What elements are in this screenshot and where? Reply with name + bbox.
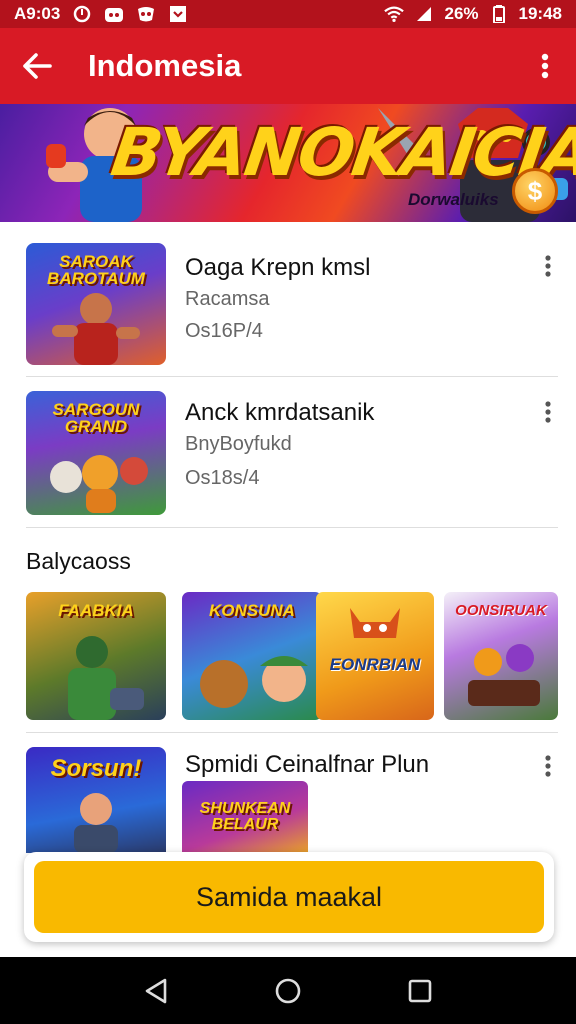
- divider: [26, 527, 558, 528]
- app-notification-icon: [104, 5, 124, 23]
- nav-home-button[interactable]: [268, 971, 308, 1011]
- more-vert-icon: [545, 755, 551, 777]
- status-bar: A9:03 26% 19:48: [0, 0, 576, 28]
- nav-back-button[interactable]: [136, 971, 176, 1011]
- list-item[interactable]: SAROAK BAROTAUM Oaga Krepn kmsl Racamsa …: [0, 226, 576, 376]
- game-thumbnail: Sorsun!: [26, 747, 166, 853]
- game-character-illustration: [74, 793, 118, 853]
- download-icon: [168, 5, 188, 23]
- battery-icon: [489, 5, 509, 23]
- status-clock: 19:48: [518, 4, 562, 23]
- app-bar: Indomesia: [0, 28, 576, 104]
- more-vert-icon: [545, 255, 551, 277]
- list-item[interactable]: SARGOUN GRAND Anck kmrdatsanik BnyBoyfuk…: [0, 377, 576, 527]
- banner-title: BYANOKAICIA: [106, 114, 576, 191]
- game-thumbnail: SARGOUN GRAND: [26, 391, 166, 515]
- item-title: Spmidi Ceinalfnar Plun: [185, 751, 430, 778]
- item-title: Anck kmrdatsanik: [185, 399, 375, 426]
- more-vert-icon: [541, 53, 549, 79]
- carousel-item[interactable]: KONSUNA: [182, 592, 322, 720]
- item-subtitle: BnyBoyfukd: [185, 433, 292, 455]
- game-notification-icon: [136, 5, 156, 23]
- mini-thumbnail: SHUNKEAN BELAUR: [182, 781, 308, 853]
- signal-icon: [414, 5, 434, 23]
- item-meta: Os18s/4: [185, 467, 260, 489]
- primary-action-button[interactable]: Samida maakal: [34, 861, 544, 933]
- item-menu-button[interactable]: [536, 751, 560, 781]
- nav-recents-button[interactable]: [400, 971, 440, 1011]
- nav-back-icon: [145, 978, 167, 1003]
- promo-banner[interactable]: BYANOKAICIA Dorwaluiks $: [0, 104, 576, 222]
- game-character-illustration: [350, 608, 400, 638]
- more-vert-icon: [545, 401, 551, 423]
- thumbnail-title: SAROAK BAROTAUM: [47, 252, 145, 288]
- nav-home-icon: [275, 978, 301, 1003]
- overflow-menu-button[interactable]: [530, 45, 560, 87]
- cta-container: Samida maakal: [24, 852, 554, 942]
- carousel-item[interactable]: OONSIRUAK: [444, 592, 558, 720]
- section-title: Balycaoss: [26, 548, 131, 574]
- game-thumbnail: SAROAK BAROTAUM: [26, 243, 166, 365]
- notification-icon: [72, 5, 92, 23]
- game-character-illustration: [52, 293, 140, 365]
- nav-recents-icon: [408, 979, 432, 1002]
- game-character-illustration: [50, 455, 148, 513]
- system-navigation-bar: [0, 957, 576, 1024]
- carousel-item-title: EONRBIAN: [329, 655, 421, 674]
- carousel-item-title: OONSIRUAK: [455, 602, 547, 619]
- thumbnail-title: SARGOUN GRAND: [52, 400, 140, 436]
- banner-caption: Dorwaluiks: [408, 190, 499, 209]
- back-arrow-icon: [23, 53, 52, 79]
- carousel-item[interactable]: EONRBIAN: [316, 592, 434, 720]
- carousel-item-title: FAABKIA: [58, 601, 134, 620]
- page-title: Indomesia: [88, 48, 242, 83]
- status-time: A9:03: [14, 4, 61, 23]
- game-character-illustration: [468, 644, 540, 706]
- wifi-icon: [384, 5, 405, 23]
- carousel-item-title: KONSUNA: [209, 601, 295, 620]
- list-item[interactable]: Sorsun! Spmidi Ceinalfnar Plun SHUNKEAN …: [0, 733, 576, 853]
- item-meta: Os16P/4: [185, 320, 263, 342]
- game-character-illustration: [200, 656, 308, 708]
- item-menu-button[interactable]: [536, 251, 560, 281]
- game-character-illustration: [68, 636, 144, 720]
- battery-level: 26%: [444, 4, 479, 23]
- item-title: Oaga Krepn kmsl: [185, 254, 371, 281]
- thumbnail-title: Sorsun!: [50, 755, 142, 782]
- item-subtitle: Racamsa: [185, 288, 270, 310]
- coin-icon: $: [512, 168, 558, 214]
- carousel-item[interactable]: FAABKIA: [26, 592, 166, 720]
- back-button[interactable]: [16, 45, 58, 87]
- item-menu-button[interactable]: [536, 397, 560, 427]
- mini-thumbnail-title: SHUNKEAN BELAUR: [199, 800, 291, 833]
